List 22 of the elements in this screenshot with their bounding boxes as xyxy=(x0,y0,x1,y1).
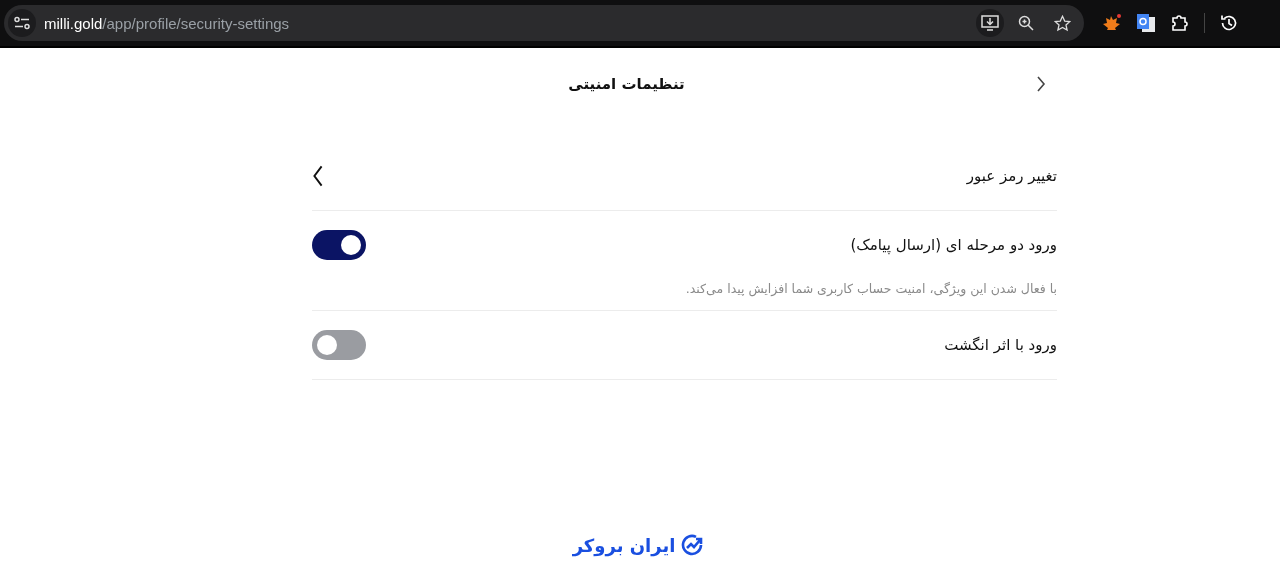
address-bar[interactable]: milli.gold/app/profile/security-settings xyxy=(4,5,1084,41)
settings-icon xyxy=(14,16,30,30)
install-app-button[interactable] xyxy=(976,9,1004,37)
setting-description: با فعال شدن این ویژگی، امنیت حساب کاربری شما افزایش پیدا می‌کند. xyxy=(684,281,1057,296)
setting-label: ورود با اثر انگشت xyxy=(944,336,1057,354)
toggle-switch[interactable] xyxy=(312,230,366,260)
zoom-in-icon xyxy=(1018,15,1034,31)
translate-icon[interactable] xyxy=(1136,13,1156,33)
logo-text: ایران بروکر xyxy=(572,534,676,556)
site-settings-button[interactable] xyxy=(8,9,36,37)
chevron-right-icon xyxy=(1036,74,1046,94)
history-icon[interactable] xyxy=(1219,13,1239,33)
monitor-download-icon xyxy=(981,15,999,31)
setting-label: تغییر رمز عبور xyxy=(966,167,1057,185)
star-icon xyxy=(1053,14,1071,32)
url-text: milli.gold/app/profile/security-settings xyxy=(44,14,291,32)
puzzle-icon[interactable] xyxy=(1170,13,1190,33)
settings-row[interactable]: تغییر رمز عبور xyxy=(312,142,1057,211)
chevron-left-icon xyxy=(312,164,324,188)
toggle-switch[interactable] xyxy=(312,330,366,360)
setting-label: ورود دو مرحله ای (ارسال پیامک) xyxy=(850,236,1057,254)
page-title: تنظیمات امنیتی xyxy=(568,75,685,93)
